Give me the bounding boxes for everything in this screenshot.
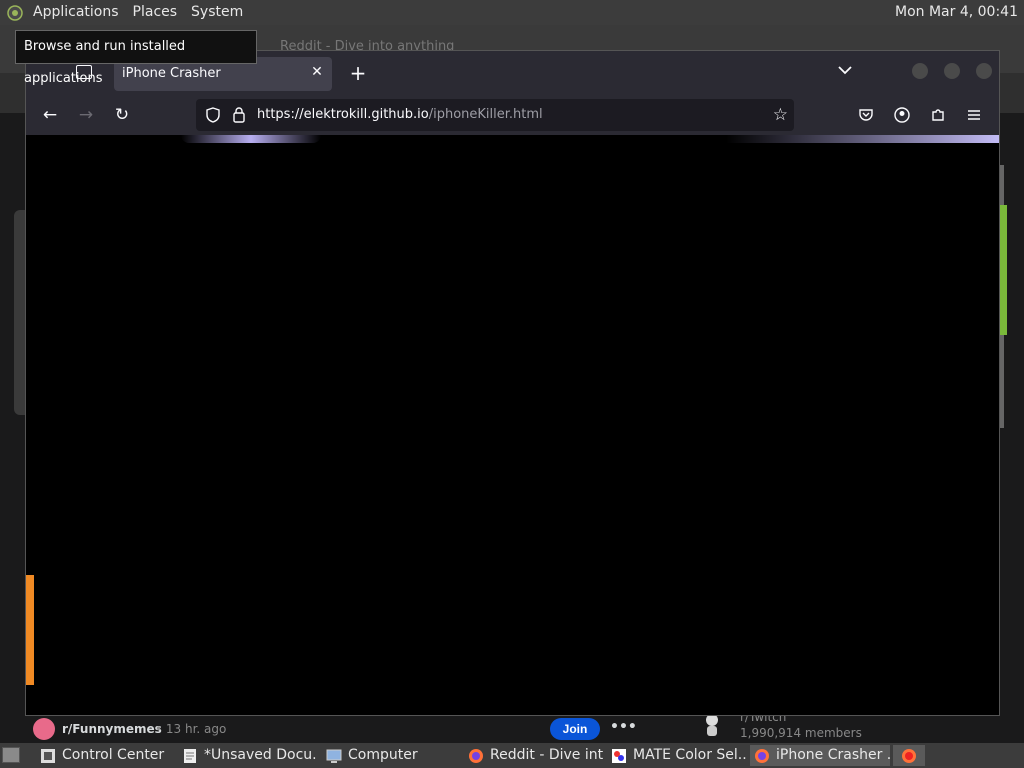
- page-glow-right: [726, 135, 999, 143]
- computer-icon: [326, 749, 342, 763]
- applications-menu-icon[interactable]: [4, 2, 26, 24]
- browser-window: iPhone Crasher ✕ + ← → ↻ https://elektro…: [25, 50, 1000, 716]
- bookmark-star-icon[interactable]: ☆: [773, 105, 788, 125]
- taskbar-item-color-selector[interactable]: MATE Color Sel...: [607, 745, 747, 766]
- extensions-icon[interactable]: [930, 107, 946, 123]
- maximize-button[interactable]: [944, 63, 960, 79]
- firefox-icon: [755, 749, 769, 763]
- firefox-icon: [469, 749, 483, 763]
- taskbar-item-iphone-crasher[interactable]: iPhone Crasher ...: [750, 745, 890, 766]
- background-banner: [999, 205, 1007, 335]
- more-options-button[interactable]: •••: [610, 719, 637, 735]
- close-window-button[interactable]: [976, 63, 992, 79]
- taskbar-item-label: Computer: [348, 747, 418, 763]
- url-host: https://elektrokill.github.io: [257, 107, 429, 122]
- taskbar-item-label: iPhone Crasher ...: [776, 747, 890, 763]
- taskbar-item-computer[interactable]: Computer: [322, 745, 452, 766]
- navigation-bar: ← → ↻ https://elektrokill.github.io/ipho…: [26, 95, 999, 135]
- sidebar-members: 1,990,914 members: [740, 726, 862, 740]
- taskbar: Control Center *Unsaved Docu... Computer…: [0, 743, 1024, 768]
- list-tabs-chevron-icon[interactable]: [838, 63, 852, 79]
- join-button[interactable]: Join: [550, 718, 600, 740]
- hamburger-menu-icon[interactable]: [966, 107, 982, 123]
- back-arrow-icon[interactable]: ←: [38, 103, 62, 127]
- taskbar-item-firefox-launcher[interactable]: [893, 745, 925, 766]
- subreddit-name[interactable]: r/Funnymemes: [62, 722, 162, 736]
- page-content[interactable]: [26, 135, 999, 715]
- subreddit-avatar[interactable]: [33, 718, 55, 740]
- places-menu[interactable]: Places: [126, 0, 185, 25]
- firefox-icon: [902, 749, 916, 763]
- minimize-button[interactable]: [912, 63, 928, 79]
- color-selector-icon: [612, 749, 626, 763]
- applications-menu[interactable]: Applications: [26, 0, 126, 25]
- top-panel: Applications Places System Mon Mar 4, 00…: [0, 0, 1024, 25]
- clock[interactable]: Mon Mar 4, 00:41: [895, 0, 1018, 25]
- url-text[interactable]: https://elektrokill.github.io/iphoneKill…: [257, 107, 543, 122]
- text-editor-icon: [184, 749, 196, 763]
- reddit-post-row: r/Funnymemes • 13 hr. ago Join ••• r/Twi…: [0, 710, 1024, 743]
- forward-arrow-icon[interactable]: →: [74, 103, 98, 127]
- background-orange-strip: [26, 575, 34, 685]
- control-center-icon: [41, 749, 55, 763]
- post-time: • 13 hr. ago: [155, 722, 227, 736]
- url-path: /iphoneKiller.html: [428, 107, 543, 122]
- account-icon[interactable]: [894, 107, 910, 123]
- reload-icon[interactable]: ↻: [110, 103, 134, 127]
- taskbar-item-label: *Unsaved Docu...: [204, 747, 316, 763]
- applications-tooltip: Browse and run installed applications: [15, 30, 257, 86]
- taskbar-item-control-center[interactable]: Control Center: [36, 745, 168, 766]
- tab-title: iPhone Crasher: [122, 66, 221, 81]
- taskbar-item-label: Control Center: [62, 747, 165, 763]
- pocket-icon[interactable]: [858, 107, 874, 123]
- show-desktop-icon[interactable]: [2, 747, 20, 763]
- taskbar-item-reddit[interactable]: Reddit - Dive int...: [464, 745, 604, 766]
- taskbar-item-label: MATE Color Sel...: [633, 747, 747, 763]
- page-glow-left: [181, 135, 321, 143]
- taskbar-item-text-editor[interactable]: *Unsaved Docu...: [178, 745, 316, 766]
- close-tab-icon[interactable]: ✕: [308, 63, 326, 81]
- new-tab-button[interactable]: +: [346, 61, 370, 85]
- taskbar-item-label: Reddit - Dive int...: [490, 747, 604, 763]
- lock-icon[interactable]: [232, 106, 246, 123]
- url-bar[interactable]: https://elektrokill.github.io/iphoneKill…: [196, 99, 794, 131]
- system-menu[interactable]: System: [184, 0, 250, 25]
- tracking-shield-icon[interactable]: [206, 107, 220, 123]
